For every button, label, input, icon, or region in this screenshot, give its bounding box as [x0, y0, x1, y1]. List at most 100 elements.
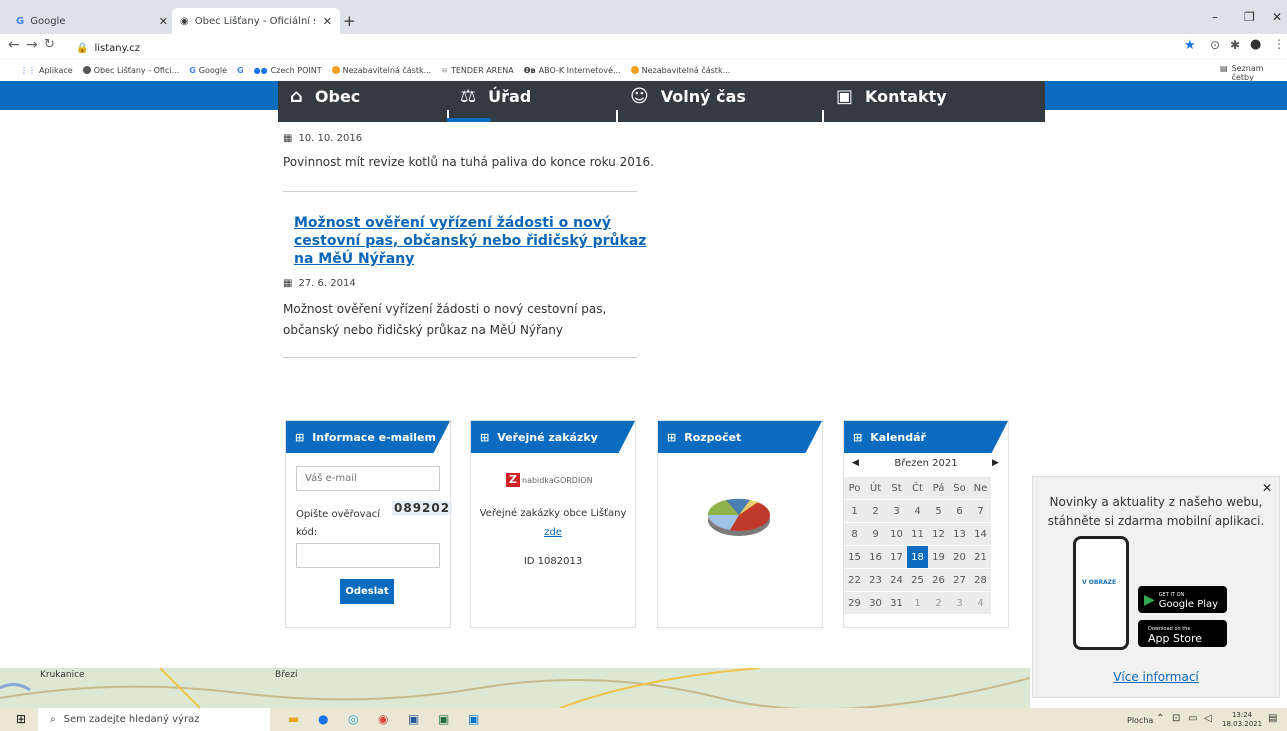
tray-chevron-icon[interactable]: ⌃ [1156, 713, 1164, 724]
volume-icon[interactable]: ◁ [1204, 713, 1212, 724]
calendar-day[interactable]: 16 [865, 546, 886, 568]
news-title-link[interactable]: Možnost ověření vyřízení žádosti o nový … [294, 214, 646, 268]
tab-title: Google [30, 15, 66, 27]
edge-icon[interactable]: ● [318, 712, 328, 726]
calendar-day[interactable]: 2 [865, 500, 886, 522]
clock[interactable]: 13:24 18.03.2021 [1222, 711, 1262, 729]
more-info-link[interactable]: Více informací [1032, 670, 1280, 684]
bookmark-abo[interactable]: Ɵʙ ABO-K Internetové... [524, 66, 621, 75]
outlook-icon[interactable]: ▣ [468, 712, 479, 726]
profile-icon[interactable]: ● [1250, 37, 1261, 52]
calendar-day[interactable]: 27 [949, 569, 970, 591]
gordion-logo[interactable]: Z nabidkaGORDION [506, 473, 593, 487]
calendar-day[interactable]: 28 [970, 569, 991, 591]
calendar-day[interactable]: 20 [949, 546, 970, 568]
file-explorer-icon[interactable]: ▬ [288, 712, 299, 726]
puzzle-icon[interactable]: ✱ [1230, 38, 1240, 52]
excel-icon[interactable]: ▣ [438, 712, 449, 726]
star-icon[interactable]: ★ [1184, 38, 1196, 53]
news-divider [283, 191, 637, 192]
bookmark-nezabavitelna-2[interactable]: Nezabavitelná částk... [630, 66, 730, 75]
calendar-day[interactable]: 22 [844, 569, 865, 591]
calendar-day[interactable]: 1 [844, 500, 865, 522]
desktop-label[interactable]: Plocha [1127, 716, 1153, 725]
bookmark-google-2[interactable]: G [237, 66, 244, 75]
calendar-day[interactable]: 8 [844, 523, 865, 545]
google-icon: G [189, 65, 196, 75]
calendar-day[interactable]: 15 [844, 546, 865, 568]
ie-icon[interactable]: ◎ [348, 712, 358, 726]
url-field[interactable]: 🔒 listany.cz [76, 39, 1176, 57]
calendar-day[interactable]: 24 [886, 569, 907, 591]
calendar-next-icon[interactable]: ▶ [992, 458, 999, 468]
notification-icon[interactable]: ▤ [1268, 713, 1277, 724]
calendar-day[interactable]: 12 [928, 523, 949, 545]
google-play-badge[interactable]: ▶ GET IT ON Google Play [1138, 586, 1227, 613]
calendar-day[interactable]: 29 [844, 592, 865, 614]
calendar-day[interactable]: 4 [970, 592, 991, 614]
menu-item-obec[interactable]: ⌂ Obec [290, 86, 360, 107]
calendar-day[interactable]: 7 [970, 500, 991, 522]
menu-icon[interactable]: ⋮ [1273, 37, 1285, 51]
calendar-day[interactable]: 4 [907, 500, 928, 522]
bookmark-czechpoint[interactable]: ●● Czech POINT [254, 66, 322, 75]
menu-item-volny-cas[interactable]: ☺ Volný čas [630, 86, 746, 107]
back-icon[interactable]: ← [8, 37, 20, 53]
close-window-button[interactable]: ✕ [1272, 10, 1282, 24]
tenders-link[interactable]: zde [470, 527, 636, 538]
battery-icon[interactable]: ▭ [1188, 713, 1197, 724]
calendar-day[interactable]: 17 [886, 546, 907, 568]
calendar-day[interactable]: 26 [928, 569, 949, 591]
map-strip[interactable] [0, 667, 1031, 711]
widget-header: ⊞ Rozpočet [658, 421, 822, 453]
calendar-day[interactable]: 1 [907, 592, 928, 614]
close-icon[interactable]: ✕ [323, 15, 332, 28]
network-icon[interactable]: ⊡ [1172, 713, 1180, 724]
calendar-day[interactable]: 10 [886, 523, 907, 545]
minimize-button[interactable]: – [1212, 10, 1218, 24]
calendar-icon: ▦ [283, 278, 293, 289]
calendar-day[interactable]: 21 [970, 546, 991, 568]
bookmark-listany[interactable]: Obec Lišťany - Ofici... [82, 66, 179, 75]
code-input[interactable] [296, 543, 440, 568]
calendar-day[interactable]: 19 [928, 546, 949, 568]
submit-button[interactable]: Odeslat [340, 579, 394, 604]
email-input[interactable] [296, 466, 440, 491]
reading-list[interactable]: ▤ Seznam četby [1220, 64, 1287, 82]
menu-item-urad[interactable]: ⚖ Úřad [460, 86, 531, 107]
bookmark-apps[interactable]: ⋮⋮ Aplikace [20, 66, 73, 75]
calendar-day[interactable]: 23 [865, 569, 886, 591]
calendar-day[interactable]: 14 [970, 523, 991, 545]
calendar-day[interactable]: 5 [928, 500, 949, 522]
calendar-day[interactable]: 30 [865, 592, 886, 614]
calendar-day[interactable]: 9 [865, 523, 886, 545]
tab-google[interactable]: G Google ✕ [8, 8, 176, 34]
calendar-day[interactable]: 25 [907, 569, 928, 591]
budget-pie-chart[interactable] [706, 494, 772, 538]
calendar-day[interactable]: 11 [907, 523, 928, 545]
calendar-day[interactable]: 13 [949, 523, 970, 545]
bookmark-tender[interactable]: ≋ TENDER ARENA [441, 66, 514, 75]
calendar-day[interactable]: 3 [949, 592, 970, 614]
app-store-badge[interactable]: Download on the App Store [1138, 620, 1227, 647]
forward-icon[interactable]: → [26, 37, 38, 53]
reload-icon[interactable]: ↻ [44, 37, 55, 52]
chrome-icon[interactable]: ◉ [378, 712, 388, 726]
calendar-day-today[interactable]: 18 [907, 546, 928, 568]
bookmark-nezabavitelna[interactable]: Nezabavitelná částk... [331, 66, 431, 75]
close-icon[interactable]: ✕ [159, 15, 168, 28]
new-tab-button[interactable]: + [343, 12, 356, 30]
bookmark-google[interactable]: G Google [189, 66, 227, 75]
calendar-day[interactable]: 6 [949, 500, 970, 522]
calendar-day[interactable]: 2 [928, 592, 949, 614]
maximize-button[interactable]: ❐ [1244, 10, 1255, 24]
taskbar-search[interactable]: ⌕ Sem zadejte hledaný výraz [38, 708, 270, 731]
calendar-day[interactable]: 3 [886, 500, 907, 522]
word-icon[interactable]: ▣ [408, 712, 419, 726]
windows-start-icon[interactable]: ⊞ [16, 712, 26, 726]
tab-listany[interactable]: ◉ Obec Lišťany - Oficiální stránka o ✕ [172, 8, 340, 34]
calendar-day[interactable]: 31 [886, 592, 907, 614]
menu-active-indicator [447, 118, 491, 122]
menu-item-kontakty[interactable]: ▣ Kontakty [836, 86, 947, 107]
extension-icon[interactable]: ⊙ [1210, 38, 1220, 52]
